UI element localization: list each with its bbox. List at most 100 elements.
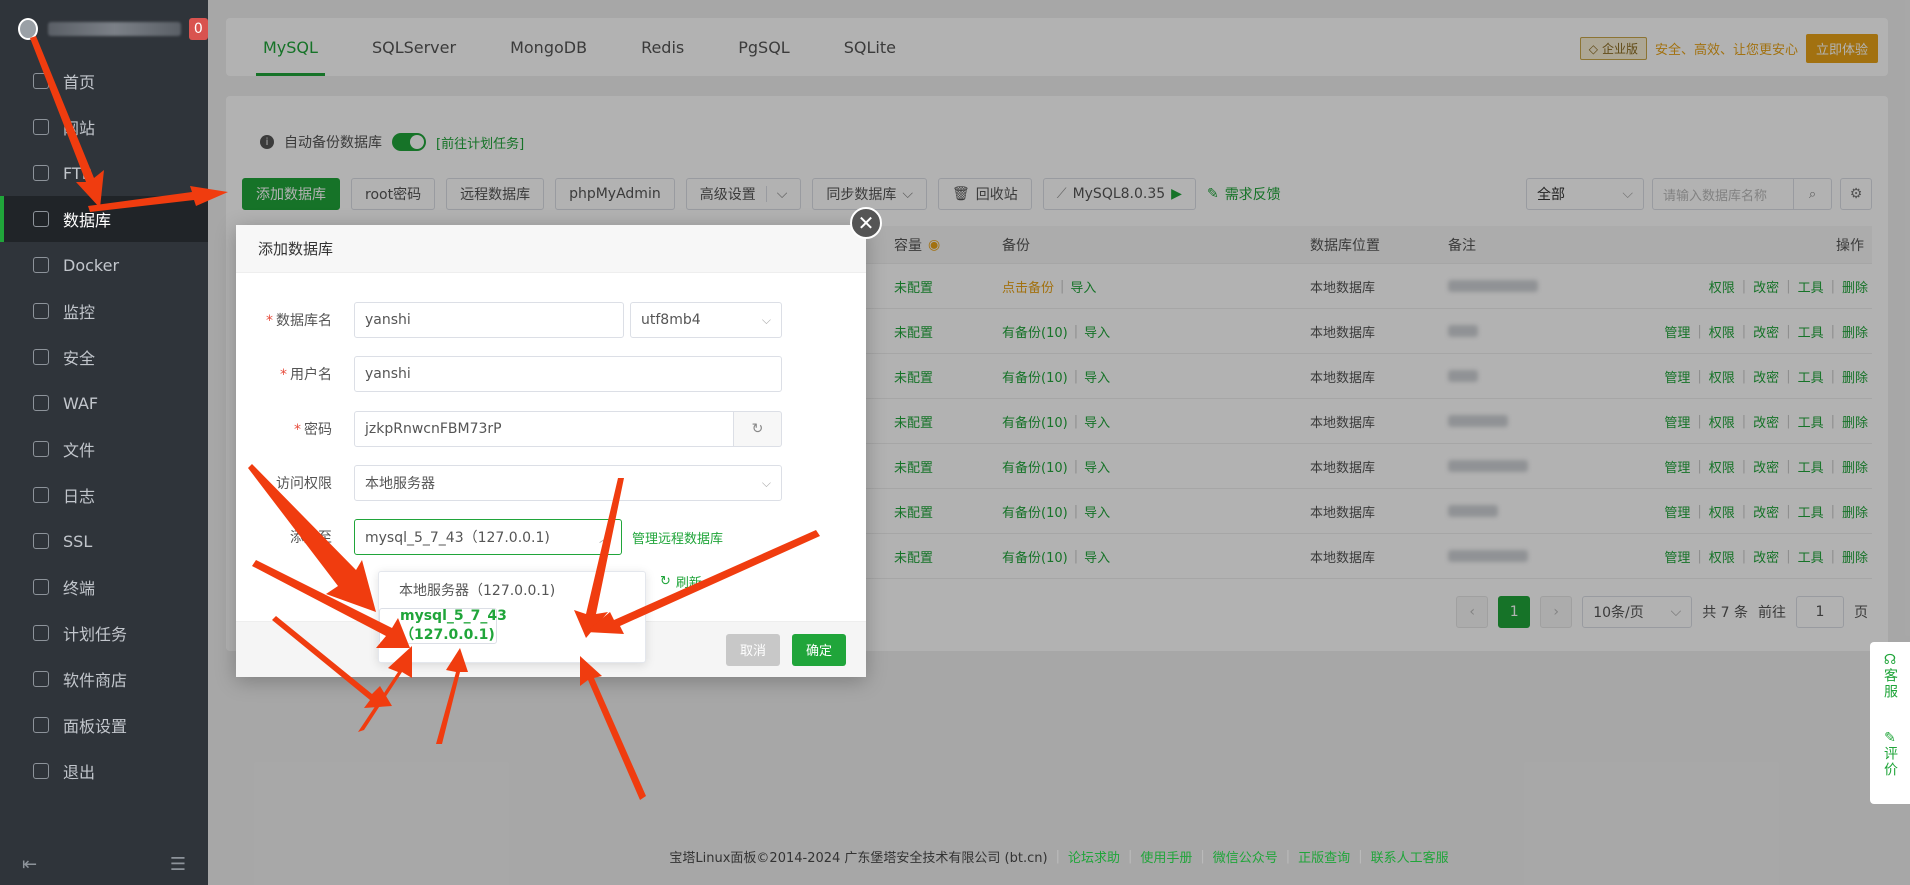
chevron-down-icon: ⌵: [761, 312, 771, 327]
customer-service-button[interactable]: ☊ 客服: [1880, 652, 1900, 700]
copyright-text: 宝塔Linux面板©2014-2024 广东堡塔安全技术有限公司 (bt.cn): [669, 851, 1048, 866]
menu-icon[interactable]: ☰: [170, 854, 186, 875]
server-name-blurred: [47, 22, 181, 36]
ftp-icon: [33, 165, 49, 181]
footer-link-support[interactable]: 联系人工客服: [1371, 847, 1449, 866]
addto-select[interactable]: mysql_5_7_43（127.0.0.1) ︿: [354, 519, 622, 555]
addto-label: 添加至: [290, 530, 332, 546]
chevron-down-icon: ⌵: [761, 475, 771, 490]
sidebar-item-label: 监控: [63, 303, 96, 322]
calendar-icon: [33, 625, 49, 641]
access-row: 访问权限 本地服务器 ⌵: [236, 465, 782, 501]
notification-badge[interactable]: 0: [188, 18, 208, 40]
collapse-icon[interactable]: ⇤: [22, 854, 37, 875]
addto-value: mysql_5_7_43（127.0.0.1): [365, 530, 550, 546]
docker-icon: [33, 257, 49, 273]
footer-link-manual[interactable]: 使用手册: [1140, 847, 1192, 866]
access-value: 本地服务器: [365, 476, 435, 492]
sidebar-item-2[interactable]: FTP: [0, 150, 208, 196]
folder-icon: [33, 441, 49, 457]
sidebar-item-label: 安全: [63, 349, 96, 368]
sidebar-item-11[interactable]: 终端: [0, 564, 208, 610]
dialog-title: 添加数据库: [236, 225, 866, 273]
sidebar-item-label: 首页: [63, 73, 96, 92]
footer-link-verify[interactable]: 正版查询: [1298, 847, 1350, 866]
sidebar-item-15[interactable]: 退出: [0, 748, 208, 794]
sidebar-item-label: 终端: [63, 579, 96, 598]
footer-link-forum[interactable]: 论坛求助: [1068, 847, 1120, 866]
logo: [18, 18, 38, 40]
sidebar-item-5[interactable]: 监控: [0, 288, 208, 334]
sidebar-item-6[interactable]: 安全: [0, 334, 208, 380]
confirm-button[interactable]: 确定: [791, 633, 846, 666]
refresh-icon: ↻: [660, 574, 671, 589]
dropdown-option-mysql57[interactable]: mysql_5_7_43（127.0.0.1): [379, 608, 507, 644]
terminal-icon: [33, 579, 49, 595]
refresh-password-icon[interactable]: ↻: [734, 411, 782, 447]
sidebar-item-10[interactable]: SSL: [0, 518, 208, 564]
sidebar-item-3[interactable]: 数据库: [0, 196, 208, 242]
sidebar-item-label: 文件: [63, 441, 96, 460]
home-icon: [33, 73, 49, 89]
database-icon: [33, 211, 49, 227]
headset-icon: ☊: [1883, 652, 1897, 668]
sidebar-header: 0: [0, 0, 208, 58]
sidebar-item-label: FTP: [63, 163, 92, 183]
monitor-icon: [33, 303, 49, 319]
password-row: * 密码 jzkpRnwcnFBM73rP ↻: [236, 411, 782, 447]
addto-dropdown: 本地服务器（127.0.0.1) mysql_5_7_43（127.0.0.1): [378, 571, 646, 663]
log-icon: [33, 487, 49, 503]
sidebar-item-13[interactable]: 软件商店: [0, 656, 208, 702]
sidebar-item-label: 网站: [63, 119, 96, 138]
sidebar-item-label: 退出: [63, 763, 96, 782]
sidebar-item-12[interactable]: 计划任务: [0, 610, 208, 656]
globe-icon: [33, 119, 49, 135]
footer: 宝塔Linux面板©2014-2024 广东堡塔安全技术有限公司 (bt.cn)…: [669, 847, 1449, 866]
close-icon[interactable]: ✕: [850, 207, 882, 239]
username-row: * 用户名 yanshi: [236, 356, 782, 392]
gear-icon: [33, 717, 49, 733]
sidebar-item-0[interactable]: 首页: [0, 58, 208, 104]
password-label: * 密码: [294, 422, 332, 438]
addto-row: 添加至 mysql_5_7_43（127.0.0.1) ︿ 管理远程数据库: [236, 519, 723, 555]
sidebar-item-1[interactable]: 网站: [0, 104, 208, 150]
dbname-input[interactable]: yanshi: [354, 302, 624, 338]
sidebar-item-label: SSL: [63, 531, 93, 551]
logout-icon: [33, 763, 49, 779]
manage-remote-db-link[interactable]: 管理远程数据库: [632, 528, 723, 547]
shield-icon: [33, 349, 49, 365]
review-label: 评价: [1882, 746, 1898, 778]
sidebar-item-label: 软件商店: [63, 671, 128, 690]
sidebar-item-7[interactable]: WAF: [0, 380, 208, 426]
store-icon: [33, 671, 49, 687]
sidebar-item-9[interactable]: 日志: [0, 472, 208, 518]
sidebar-item-label: 日志: [63, 487, 96, 506]
chevron-up-icon: ︿: [598, 530, 611, 545]
sidebar-item-label: WAF: [63, 393, 99, 413]
dbname-label: * 数据库名: [266, 313, 332, 329]
refresh-label: 刷新: [675, 576, 702, 591]
dropdown-option-local[interactable]: 本地服务器（127.0.0.1): [379, 572, 645, 608]
sidebar-item-14[interactable]: 面板设置: [0, 702, 208, 748]
sidebar-footer: ⇤ ☰: [22, 854, 186, 875]
add-database-dialog: 添加数据库 ✕ * 数据库名 yanshi utf8mb4 ⌵ * 用户名 yansh…: [236, 207, 882, 677]
dbname-row: * 数据库名 yanshi utf8mb4 ⌵: [236, 302, 782, 338]
access-select[interactable]: 本地服务器 ⌵: [354, 465, 782, 501]
sidebar-item-8[interactable]: 文件: [0, 426, 208, 472]
edit-icon: ✎: [1884, 730, 1896, 746]
charset-value: utf8mb4: [641, 312, 701, 328]
username-input[interactable]: yanshi: [354, 356, 782, 392]
sidebar-item-label: 数据库: [63, 211, 112, 230]
sidebar: 0 首页网站 FTP 数据库 Docker 监控安全 WAF 文件日志 SSL 终端计划任务软件…: [0, 0, 208, 885]
review-button[interactable]: ✎ 评价: [1880, 730, 1900, 778]
cancel-button[interactable]: 取消: [725, 633, 780, 666]
sidebar-item-label: Docker: [63, 255, 120, 275]
refresh-link[interactable]: ↻ 刷新: [660, 572, 702, 591]
sidebar-item-label: 面板设置: [63, 717, 128, 736]
footer-link-wechat[interactable]: 微信公众号: [1213, 847, 1278, 866]
charset-select[interactable]: utf8mb4 ⌵: [630, 302, 782, 338]
sidebar-item-label: 计划任务: [63, 625, 128, 644]
sidebar-item-4[interactable]: Docker: [0, 242, 208, 288]
password-input[interactable]: jzkpRnwcnFBM73rP: [354, 411, 734, 447]
customer-service-label: 客服: [1882, 668, 1898, 700]
